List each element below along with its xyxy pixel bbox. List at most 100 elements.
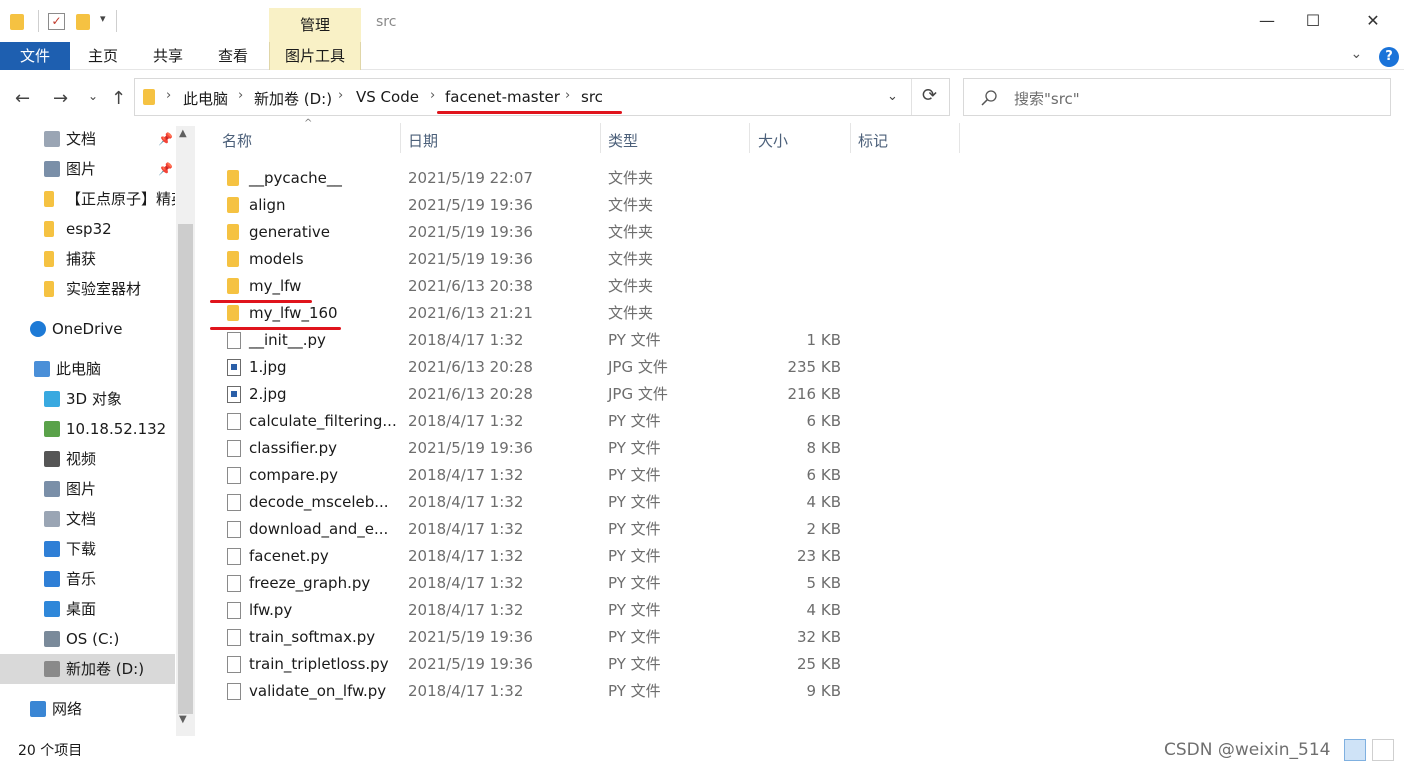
- breadcrumb-vscode[interactable]: VS Code: [356, 88, 419, 106]
- address-dropdown-icon[interactable]: ⌄: [887, 89, 898, 104]
- tab-manage[interactable]: 管理: [269, 8, 361, 42]
- collapse-ribbon-icon[interactable]: ⌄: [1350, 46, 1362, 62]
- file-row[interactable]: my_lfw 2021/6/13 20:38 文件夹: [222, 273, 862, 300]
- sidebar-item[interactable]: 【正点原子】精英: [0, 184, 175, 214]
- column-divider[interactable]: [959, 123, 960, 153]
- file-row[interactable]: my_lfw_160 2021/6/13 21:21 文件夹: [222, 300, 862, 327]
- sidebar-item-label: 此电脑: [56, 360, 102, 378]
- sidebar-item[interactable]: 图片 📌: [0, 154, 175, 184]
- column-divider[interactable]: [850, 123, 851, 153]
- file-row[interactable]: align 2021/5/19 19:36 文件夹: [222, 192, 862, 219]
- sidebar-item[interactable]: OneDrive: [0, 314, 175, 344]
- file-row[interactable]: compare.py 2018/4/17 1:32 PY 文件 6 KB: [222, 462, 862, 489]
- file-row[interactable]: classifier.py 2021/5/19 19:36 PY 文件 8 KB: [222, 435, 862, 462]
- sidebar-item-label: 10.18.52.132: [66, 420, 167, 438]
- tab-share[interactable]: 共享: [142, 42, 194, 70]
- file-date: 2018/4/17 1:32: [408, 682, 524, 700]
- tab-view[interactable]: 查看: [208, 42, 258, 70]
- details-view-button[interactable]: [1344, 739, 1366, 761]
- recent-locations-button[interactable]: ⌄: [88, 89, 98, 103]
- file-row[interactable]: validate_on_lfw.py 2018/4/17 1:32 PY 文件 9 K…: [222, 678, 862, 705]
- column-divider[interactable]: [600, 123, 601, 153]
- sidebar-scrollbar-thumb[interactable]: [178, 224, 193, 714]
- file-type: 文件夹: [608, 196, 654, 214]
- maximize-button[interactable]: ☐: [1290, 6, 1336, 36]
- file-row[interactable]: download_and_e... 2018/4/17 1:32 PY 文件 2 KB: [222, 516, 862, 543]
- customize-quick-access-icon[interactable]: ▾: [100, 12, 106, 25]
- sidebar-item[interactable]: esp32: [0, 214, 175, 244]
- sidebar-item[interactable]: 捕获: [0, 244, 175, 274]
- breadcrumb-separator[interactable]: ›: [166, 88, 171, 103]
- column-divider[interactable]: [749, 123, 750, 153]
- file-type: PY 文件: [608, 520, 661, 538]
- help-icon[interactable]: ?: [1379, 47, 1399, 67]
- sidebar-item[interactable]: 10.18.52.132: [0, 414, 175, 444]
- column-header-tags[interactable]: 标记: [858, 128, 888, 154]
- forward-button[interactable]: →: [53, 88, 68, 109]
- file-row[interactable]: lfw.py 2018/4/17 1:32 PY 文件 4 KB: [222, 597, 862, 624]
- sidebar-item-label: 实验室器材: [66, 280, 142, 298]
- up-button[interactable]: ↑: [111, 88, 126, 109]
- breadcrumb-src[interactable]: src: [581, 88, 603, 106]
- file-row[interactable]: 2.jpg 2021/6/13 20:28 JPG 文件 216 KB: [222, 381, 862, 408]
- file-row[interactable]: facenet.py 2018/4/17 1:32 PY 文件 23 KB: [222, 543, 862, 570]
- file-row[interactable]: train_softmax.py 2021/5/19 19:36 PY 文件 32 K…: [222, 624, 862, 651]
- file-name: decode_msceleb...: [249, 493, 389, 511]
- minimize-button[interactable]: —: [1244, 6, 1290, 36]
- file-row[interactable]: __pycache__ 2021/5/19 22:07 文件夹: [222, 165, 862, 192]
- column-header-date[interactable]: 日期: [408, 128, 438, 154]
- sidebar-item[interactable]: 实验室器材: [0, 274, 175, 304]
- column-divider[interactable]: [400, 123, 401, 153]
- sidebar-item[interactable]: 下载: [0, 534, 175, 564]
- column-header-size[interactable]: 大小: [758, 128, 788, 154]
- file-row[interactable]: train_tripletloss.py 2021/5/19 19:36 PY 文件…: [222, 651, 862, 678]
- sidebar-item[interactable]: 3D 对象: [0, 384, 175, 414]
- tab-home[interactable]: 主页: [78, 42, 128, 70]
- column-header-type[interactable]: 类型: [608, 128, 638, 154]
- file-size: 8 KB: [806, 439, 841, 457]
- sidebar-item[interactable]: 网络: [0, 694, 175, 724]
- scroll-up-icon[interactable]: ▲: [179, 128, 187, 139]
- back-button[interactable]: ←: [15, 88, 30, 109]
- sidebar-item[interactable]: 此电脑: [0, 354, 175, 384]
- sidebar-item[interactable]: 桌面: [0, 594, 175, 624]
- file-row[interactable]: 1.jpg 2021/6/13 20:28 JPG 文件 235 KB: [222, 354, 862, 381]
- sidebar-item[interactable]: 文档 📌: [0, 124, 175, 154]
- breadcrumb-this-pc[interactable]: 此电脑: [183, 88, 228, 109]
- properties-icon[interactable]: ✓: [48, 13, 65, 30]
- sidebar-item[interactable]: OS (C:): [0, 624, 175, 654]
- close-button[interactable]: ✕: [1350, 6, 1396, 36]
- file-row[interactable]: __init__.py 2018/4/17 1:32 PY 文件 1 KB: [222, 327, 862, 354]
- sidebar-item-label: esp32: [66, 220, 112, 238]
- breadcrumb-separator[interactable]: ›: [430, 88, 435, 103]
- scroll-down-icon[interactable]: ▼: [179, 714, 187, 725]
- file-size: 6 KB: [806, 412, 841, 430]
- breadcrumb-drive-d[interactable]: 新加卷 (D:): [254, 88, 332, 109]
- file-row[interactable]: models 2021/5/19 19:36 文件夹: [222, 246, 862, 273]
- sidebar-item[interactable]: 音乐: [0, 564, 175, 594]
- breadcrumb-separator[interactable]: ›: [565, 88, 570, 103]
- tab-picture-tools[interactable]: 图片工具: [269, 42, 361, 70]
- sidebar-item[interactable]: 视频: [0, 444, 175, 474]
- column-header-name[interactable]: 名称: [222, 128, 252, 154]
- breadcrumb-separator[interactable]: ›: [238, 88, 243, 103]
- file-row[interactable]: generative 2021/5/19 19:36 文件夹: [222, 219, 862, 246]
- sidebar-item[interactable]: 图片: [0, 474, 175, 504]
- breadcrumb-separator[interactable]: ›: [338, 88, 343, 103]
- watermark: CSDN @weixin_514: [1164, 740, 1331, 760]
- new-folder-icon[interactable]: [76, 14, 90, 30]
- refresh-icon[interactable]: ⟳: [922, 85, 937, 106]
- file-name: my_lfw_160: [249, 304, 338, 322]
- tab-file[interactable]: 文件: [0, 42, 70, 70]
- file-row[interactable]: decode_msceleb... 2018/4/17 1:32 PY 文件 4 KB: [222, 489, 862, 516]
- search-box[interactable]: 搜索"src": [963, 78, 1391, 116]
- large-icons-view-button[interactable]: [1372, 739, 1394, 761]
- sidebar-item[interactable]: 文档: [0, 504, 175, 534]
- image-file-icon: [227, 359, 241, 376]
- file-row[interactable]: freeze_graph.py 2018/4/17 1:32 PY 文件 5 KB: [222, 570, 862, 597]
- file-row[interactable]: calculate_filtering... 2018/4/17 1:32 PY 文…: [222, 408, 862, 435]
- sidebar-item[interactable]: 新加卷 (D:): [0, 654, 175, 684]
- breadcrumb-facenet-master[interactable]: facenet-master: [445, 88, 560, 106]
- search-placeholder[interactable]: 搜索"src": [1014, 88, 1080, 109]
- file-name: 1.jpg: [249, 358, 287, 376]
